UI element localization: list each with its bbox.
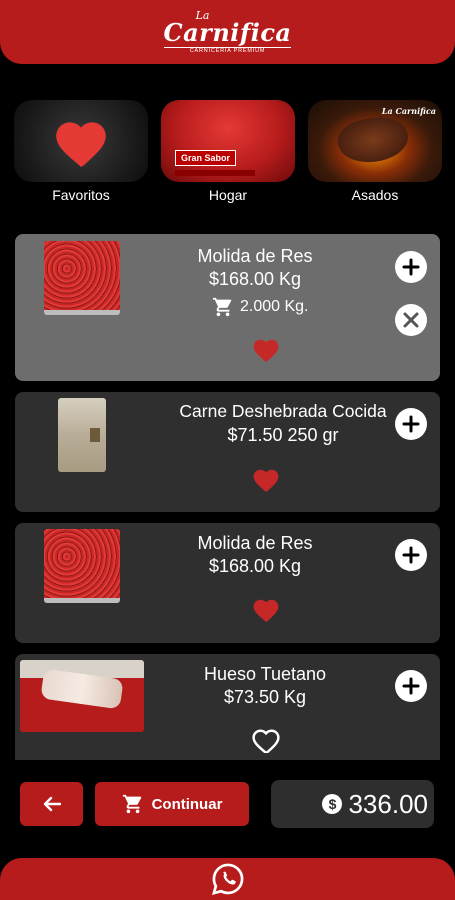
cart-quantity: 2.000 Kg.: [212, 296, 309, 318]
category-favoritos[interactable]: Favoritos: [14, 100, 148, 203]
whatsapp-icon[interactable]: [210, 861, 246, 897]
remove-button[interactable]: [395, 304, 427, 336]
add-button[interactable]: [395, 539, 427, 571]
brand-logo: La Carnifica CARNICERIA PREMIUM: [163, 10, 292, 55]
favorite-heart-icon[interactable]: [251, 466, 281, 492]
continue-label: Continuar: [151, 795, 223, 813]
product-price: $168.00 Kg: [208, 269, 302, 289]
product-image: [20, 660, 144, 732]
product-price: $168.00 Kg: [208, 556, 302, 576]
steak-image: [334, 111, 412, 169]
product-price: $71.50 250 gr: [227, 425, 339, 445]
cart-icon: [212, 297, 232, 317]
product-price: $73.50 Kg: [223, 687, 307, 707]
cart-total: $ 336.00: [271, 780, 434, 828]
favorite-heart-icon[interactable]: [251, 596, 281, 622]
product-image: [58, 398, 106, 472]
arrow-left-icon: [43, 796, 61, 812]
logo-sub-text: CARNICERIA PREMIUM: [163, 46, 292, 55]
favorite-heart-outline-icon[interactable]: [251, 727, 281, 753]
whatsapp-footer[interactable]: [0, 858, 455, 900]
heart-icon: [56, 122, 106, 167]
product-card[interactable]: Molida de Res $168.00 Kg 2.000 Kg.: [15, 234, 440, 381]
product-name: Molida de Res: [197, 533, 313, 553]
product-card[interactable]: Carne Deshebrada Cocida $71.50 250 gr: [15, 392, 440, 512]
app-header: La Carnifica CARNICERIA PREMIUM: [0, 0, 455, 64]
product-list[interactable]: Molida de Res $168.00 Kg 2.000 Kg. Carne…: [15, 232, 440, 760]
add-button[interactable]: [395, 670, 427, 702]
close-icon: [403, 312, 419, 328]
plus-icon: [402, 677, 420, 695]
hogar-banner: Gran Sabor: [175, 150, 237, 166]
product-name: Molida de Res: [197, 246, 313, 266]
favorite-heart-icon[interactable]: [251, 336, 281, 362]
cart-icon: [122, 794, 141, 814]
product-image: [44, 529, 120, 603]
category-asados-label: Asados: [351, 187, 399, 203]
add-button[interactable]: [395, 408, 427, 440]
cart-total-value: 336.00: [348, 788, 428, 819]
product-card[interactable]: Molida de Res $168.00 Kg: [15, 523, 440, 643]
product-image: [44, 241, 120, 315]
continue-button[interactable]: Continuar: [95, 782, 249, 826]
back-button[interactable]: [20, 782, 83, 826]
plus-icon: [402, 546, 420, 564]
category-asados[interactable]: La Carnifica Asados: [308, 100, 442, 203]
product-name: Carne Deshebrada Cocida: [179, 401, 387, 421]
dollar-icon: $: [322, 794, 343, 814]
category-row: Favoritos Gran Sabor Hogar La Carnifica …: [14, 100, 442, 203]
hogar-banner-subline: [175, 170, 255, 176]
category-hogar[interactable]: Gran Sabor Hogar: [161, 100, 295, 203]
plus-icon: [402, 258, 420, 276]
category-asados-image[interactable]: La Carnifica: [308, 100, 442, 182]
logo-main-text: Carnifica: [163, 17, 292, 47]
cart-quantity-text: 2.000 Kg.: [240, 298, 309, 315]
category-favoritos-image[interactable]: [14, 100, 148, 182]
category-hogar-image[interactable]: Gran Sabor: [161, 100, 295, 182]
action-bar: Continuar $ 336.00: [0, 780, 455, 830]
product-name: Hueso Tuetano: [203, 664, 327, 684]
add-button[interactable]: [395, 251, 427, 283]
category-hogar-label: Hogar: [208, 187, 248, 203]
category-favoritos-label: Favoritos: [52, 187, 110, 203]
asados-brand-mark: La Carnifica: [381, 106, 436, 116]
plus-icon: [402, 415, 420, 433]
product-card[interactable]: Hueso Tuetano $73.50 Kg: [15, 654, 440, 760]
